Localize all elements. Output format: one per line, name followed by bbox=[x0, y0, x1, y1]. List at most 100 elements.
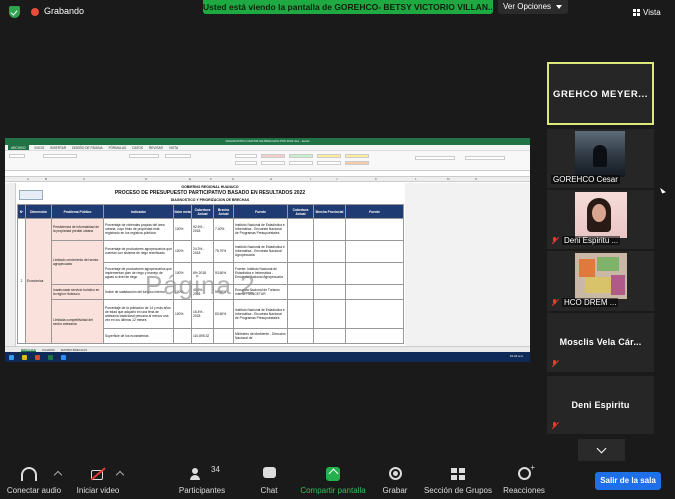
share-banner: Usted está viendo la pantalla de GOREHCO… bbox=[203, 0, 493, 14]
view-label[interactable]: Vista bbox=[643, 8, 661, 17]
page-watermark: Página 2 bbox=[145, 270, 256, 300]
sheet-org-title: GOBIERNO REGIONAL HUANUCO bbox=[181, 185, 239, 189]
participant-name: HCO DREM ... bbox=[562, 298, 619, 307]
reactions-icon bbox=[518, 463, 535, 480]
map-region bbox=[611, 275, 625, 295]
shared-screen: DIAGNOSTICO MATRIZ DE BRECHAS PPR 2022.x… bbox=[5, 138, 530, 362]
col-f: F bbox=[210, 177, 212, 181]
participant-tile[interactable]: Deni Espiritu ... bbox=[547, 190, 654, 249]
col-a: A bbox=[27, 177, 30, 181]
table-header-row: Nº Dimensión Problema Público Indicador … bbox=[17, 204, 404, 219]
table-row: 2 Económica Persistencia de informalidad… bbox=[17, 218, 404, 344]
share-screen-label: Compartir pantalla bbox=[300, 486, 366, 495]
ribbon-style-normal bbox=[235, 154, 257, 158]
grid-view-icon[interactable] bbox=[633, 9, 640, 16]
cell-fuente: Instituto Nacional de Estadística e Info… bbox=[233, 299, 288, 329]
zoom-meeting-window: Grabando Usted está viendo la pantalla d… bbox=[0, 0, 675, 499]
explorer-icon bbox=[22, 354, 27, 360]
start-video-label: Iniciar video bbox=[76, 486, 120, 495]
cell-empty bbox=[345, 299, 404, 329]
col-d: D bbox=[145, 177, 148, 181]
cell-problema: Inadecuado servicio turístico en la regi… bbox=[51, 283, 104, 301]
map-region bbox=[597, 257, 619, 271]
cell-empty bbox=[287, 218, 314, 241]
participant-video bbox=[575, 192, 627, 238]
view-options-button[interactable]: Ver Opciones bbox=[498, 0, 568, 14]
participants-icon bbox=[190, 467, 206, 481]
participant-name: Mosclis Vela Cár... bbox=[559, 337, 642, 347]
ribbon-style-bad bbox=[261, 154, 285, 158]
breakout-rooms-button[interactable]: Sección de Grupos bbox=[422, 463, 494, 499]
sheet-subtitle: DIAGNOSTICO Y PRIORIZACION DE BRECHAS bbox=[170, 198, 250, 202]
leave-room-button[interactable]: Salir de la sala bbox=[595, 472, 661, 490]
ribbon-font bbox=[43, 154, 77, 158]
cell-indicador: Porcentaje de productores agropecuarios … bbox=[103, 239, 174, 263]
start-video-button[interactable]: Iniciar video bbox=[70, 463, 126, 499]
excel-menu-revisar: REVISAR bbox=[148, 146, 163, 150]
th-brecha-prov: Brecha Provincial bbox=[313, 204, 346, 219]
zoom-icon bbox=[61, 354, 66, 360]
participant-tile[interactable]: GOREHCO Cesar bbox=[547, 129, 654, 188]
top-bar: Grabando Usted está viendo la pantalla d… bbox=[0, 0, 675, 24]
participants-button[interactable]: Participantes bbox=[172, 463, 232, 499]
cell-dimension: Económica bbox=[25, 218, 52, 344]
cell-empty bbox=[287, 261, 314, 285]
participants-count: 34 bbox=[211, 465, 220, 474]
excel-title-bar: DIAGNOSTICO MATRIZ DE BRECHAS PPR 2022.x… bbox=[5, 138, 530, 145]
connect-audio-button[interactable]: Conectar audio bbox=[2, 463, 66, 499]
taskbar-clock: 10:24 a.m. bbox=[509, 354, 524, 358]
cell-brecha: 75.70% bbox=[213, 239, 234, 263]
chat-button[interactable]: Chat bbox=[248, 463, 290, 499]
mic-muted-icon bbox=[551, 299, 559, 307]
video-off-icon bbox=[90, 467, 106, 481]
ribbon-style-neutral bbox=[317, 154, 341, 158]
map-region bbox=[579, 259, 595, 277]
recording-label: Grabando bbox=[44, 6, 85, 16]
ribbon-style-calc bbox=[345, 154, 369, 158]
excel-menu-vista: VISTA bbox=[168, 146, 178, 150]
participant-name: GREHCO MEYER... bbox=[552, 89, 649, 100]
participant-tile-active[interactable]: GREHCO MEYER... bbox=[547, 62, 654, 125]
th-cobertura-prov: Cobertura Actual bbox=[287, 204, 314, 219]
th-cobertura: Cobertura Actual bbox=[191, 204, 214, 219]
cell-meta: 100% bbox=[173, 299, 192, 329]
th-brecha: Brecha Actual bbox=[213, 204, 234, 219]
shield-icon[interactable] bbox=[9, 6, 20, 18]
col-l: L bbox=[415, 177, 417, 181]
cell-brecha: 83.60% bbox=[213, 299, 234, 329]
chevron-down-icon bbox=[556, 5, 562, 9]
cell-brecha bbox=[213, 327, 234, 345]
participant-tile[interactable]: Mosclis Vela Cár... bbox=[547, 313, 654, 372]
cell-empty bbox=[345, 327, 404, 345]
record-button[interactable]: Grabar bbox=[374, 463, 416, 499]
col-m: M bbox=[447, 177, 450, 181]
cell-empty bbox=[345, 261, 404, 285]
ribbon-style-input bbox=[261, 161, 285, 165]
cell-problema: Persistencia de informalidad de la propi… bbox=[51, 218, 104, 241]
cell-cobertura: 92.6% - 2018 bbox=[191, 218, 214, 241]
chat-label: Chat bbox=[260, 486, 278, 495]
cell-empty bbox=[313, 299, 346, 329]
breakout-rooms-icon bbox=[450, 467, 466, 481]
browser-icon bbox=[35, 354, 40, 360]
scroll-down-button[interactable] bbox=[578, 439, 625, 461]
reactions-button[interactable]: Reacciones bbox=[500, 463, 548, 499]
reactions-label: Reacciones bbox=[503, 486, 545, 495]
cell-cobertura: 16.4% - 2018 bbox=[191, 299, 214, 329]
cell-empty bbox=[345, 218, 404, 241]
participant-name: GOREHCO Cesar bbox=[551, 175, 620, 184]
connect-audio-label: Conectar audio bbox=[6, 486, 62, 495]
share-screen-button[interactable]: Compartir pantalla bbox=[296, 463, 370, 499]
participant-tile[interactable]: HCO DREM ... bbox=[547, 251, 654, 311]
cell-meta: 100% bbox=[173, 218, 192, 241]
breakout-rooms-label: Sección de Grupos bbox=[423, 486, 493, 495]
participant-tile[interactable]: Deni Espiritu bbox=[547, 376, 654, 434]
meeting-toolbar: Conectar audio Iniciar video Participant… bbox=[0, 463, 675, 499]
cell-empty bbox=[287, 327, 314, 345]
cell-empty bbox=[287, 239, 314, 263]
ribbon-style-cell bbox=[235, 161, 257, 165]
mic-muted-icon bbox=[551, 422, 559, 430]
cell-num: 2 bbox=[17, 218, 26, 344]
participants-label: Participantes bbox=[178, 486, 226, 495]
cell-meta bbox=[173, 327, 192, 345]
